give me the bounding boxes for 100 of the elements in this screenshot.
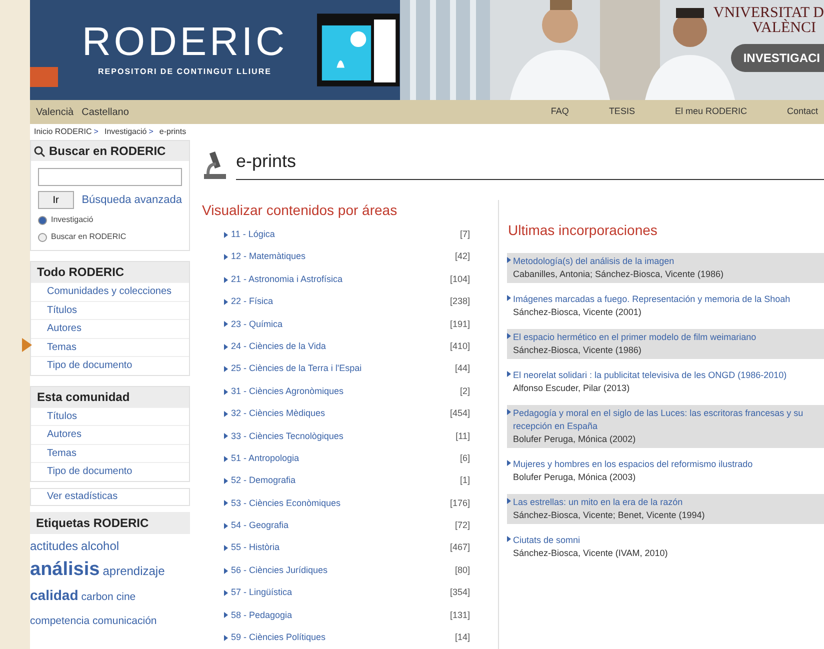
item-count: [44] [454,362,470,376]
bullet-icon [507,536,511,542]
breadcrumb-link[interactable]: Inicio RODERIC [34,126,92,138]
advanced-search-link[interactable]: Búsqueda avanzada [82,192,182,208]
sidebar-link[interactable]: Autores [31,425,189,444]
tag-link[interactable]: aprendizaje [102,558,165,582]
stats-link[interactable]: Ver estadísticas [30,488,190,506]
item-title-link[interactable]: Mujeres y hombres en los espacios del reformismo ilustrado [513,458,753,471]
window-icon [317,13,400,87]
radio-label: Buscar en RODERIC [51,231,126,243]
area-link[interactable]: 56 - Ciències Jurídiques [231,564,455,578]
item-title-link[interactable]: Imágenes marcadas a fuego. Representación y memoria de la Shoah [513,292,790,306]
page-title: e-prints [236,150,296,171]
tag-link[interactable]: cine [116,584,136,608]
item-count: [454] [450,407,470,420]
item-title-link[interactable]: Metodología(s) del análisis de la imagen [513,254,674,268]
area-link[interactable]: 22 - Física [231,295,450,309]
microscope-icon [202,150,228,180]
bullet-icon [224,612,228,618]
sidebar-link[interactable]: Tipo de documento [31,462,189,480]
nav-link[interactable]: FAQ [550,105,569,119]
breadcrumb-link[interactable]: Investigació [104,126,147,138]
bullet-icon [224,568,228,574]
sidebar-link[interactable]: Temas [31,338,189,356]
bullet-icon [507,460,511,466]
area-link[interactable]: 52 - Demografia [231,474,460,488]
bullet-icon [224,366,228,372]
sidebar-link[interactable]: Autores [31,319,189,338]
tag-link[interactable]: competencia [30,608,90,632]
item-title-link[interactable]: Las estrellas: un mito en la era de la razón [513,496,683,509]
sidebar-link[interactable]: Tipo de documento [31,356,189,374]
site-logo[interactable]: RODERIC [82,22,288,62]
sidebar-link[interactable]: Comunidades y colecciones [31,282,189,300]
area-link[interactable]: 31 - Ciències Agronòmiques [231,384,460,398]
bullet-icon [507,332,511,339]
nav-link[interactable]: El meu RODERIC [674,105,747,119]
item-title-link[interactable]: Ciutats de somni [513,534,580,547]
item-title-link[interactable]: El neorelat solidari : la publicitat televisiva de les ONGD (1986-2010) [513,368,787,382]
area-link[interactable]: 33 - Ciències Tecnològiques [231,430,456,444]
bullet-icon [507,408,511,415]
section-button[interactable]: INVESTIGACI [731,44,824,72]
area-link[interactable]: 21 - Astronomia i Astrofísica [231,272,450,286]
area-link[interactable]: 32 - Ciències Mèdiques [231,407,450,421]
area-link[interactable]: 58 - Pedagogia [231,608,450,622]
bullet-icon [224,433,228,440]
tag-link[interactable]: análisis [30,558,100,582]
item-count: [2] [460,384,470,398]
bullet-icon [507,370,511,377]
area-link[interactable]: 51 - Antropologia [231,452,460,466]
sidebar-link[interactable]: Títulos [31,300,189,319]
area-link[interactable]: 11 - Lógica [231,228,460,242]
tag-link[interactable]: calidad [30,582,78,606]
area-link[interactable]: 23 - Química [231,318,450,332]
area-link[interactable]: 57 - Lingüística [231,586,450,600]
bullet-icon [224,276,228,283]
item-authors: Alfonso Escuder, Pilar (2013) [512,382,631,395]
bullet-icon [507,294,511,301]
item-count: [176] [450,496,470,510]
tag-link[interactable]: actitudes [30,534,78,558]
nav-link[interactable]: TESIS [608,105,635,119]
bullet-icon [224,522,228,529]
item-count: [467] [450,541,470,554]
radio-button[interactable] [38,232,47,242]
area-link[interactable]: 24 - Ciències de la Vida [231,340,450,354]
item-count: [6] [460,452,470,465]
sidebar-link[interactable]: Temas [31,444,189,462]
tag-link[interactable]: comunicación [92,608,157,632]
breadcrumb-link[interactable]: e-prints [159,126,186,138]
item-count: [191] [450,318,470,331]
go-button[interactable]: Ir [38,191,74,209]
bullet-icon [224,634,228,641]
panel-title: Buscar en RODERIC [49,143,166,160]
bullet-icon [507,498,511,504]
tag-link[interactable]: carbon [81,584,114,608]
area-link[interactable]: 59 - Ciències Polítiques [231,631,455,645]
area-link[interactable]: 54 - Geografia [231,519,455,533]
language-link[interactable]: Valencià [36,104,74,120]
bullet-icon [224,232,228,238]
bullet-icon [224,298,228,305]
bullet-icon [224,590,228,596]
area-link[interactable]: 55 - Història [231,541,450,555]
panel-title: Todo RODERIC [37,264,124,281]
accent-block [30,67,58,87]
bullet-icon [224,500,228,506]
item-count: [7] [460,228,470,242]
area-link[interactable]: 12 - Matemàtiques [231,250,455,264]
area-link[interactable]: 25 - Ciències de la Terra i l'Espai [231,362,455,376]
tag-link[interactable]: alcohol [81,534,120,558]
item-count: [131] [450,608,470,622]
sidebar-link[interactable]: Títulos [31,406,189,425]
radio-button[interactable] [38,216,47,224]
item-authors: Sánchez-Biosca, Vicente; Benet, Vicente (1994) [512,508,706,522]
language-link[interactable]: Castellano [82,104,129,120]
item-count: [104] [450,272,470,286]
item-title-link[interactable]: El espacio hermético en el primer modelo de film weimariano [513,330,756,344]
nav-link[interactable]: Contact [786,105,818,119]
search-field[interactable] [38,168,182,186]
university-name: VALÈNCI [752,21,816,36]
item-title-link[interactable]: Pedagogía y moral en el siglo de las Luces: las escritoras francesas y su recepción en España [513,406,822,433]
area-link[interactable]: 53 - Ciències Econòmiques [231,496,450,510]
